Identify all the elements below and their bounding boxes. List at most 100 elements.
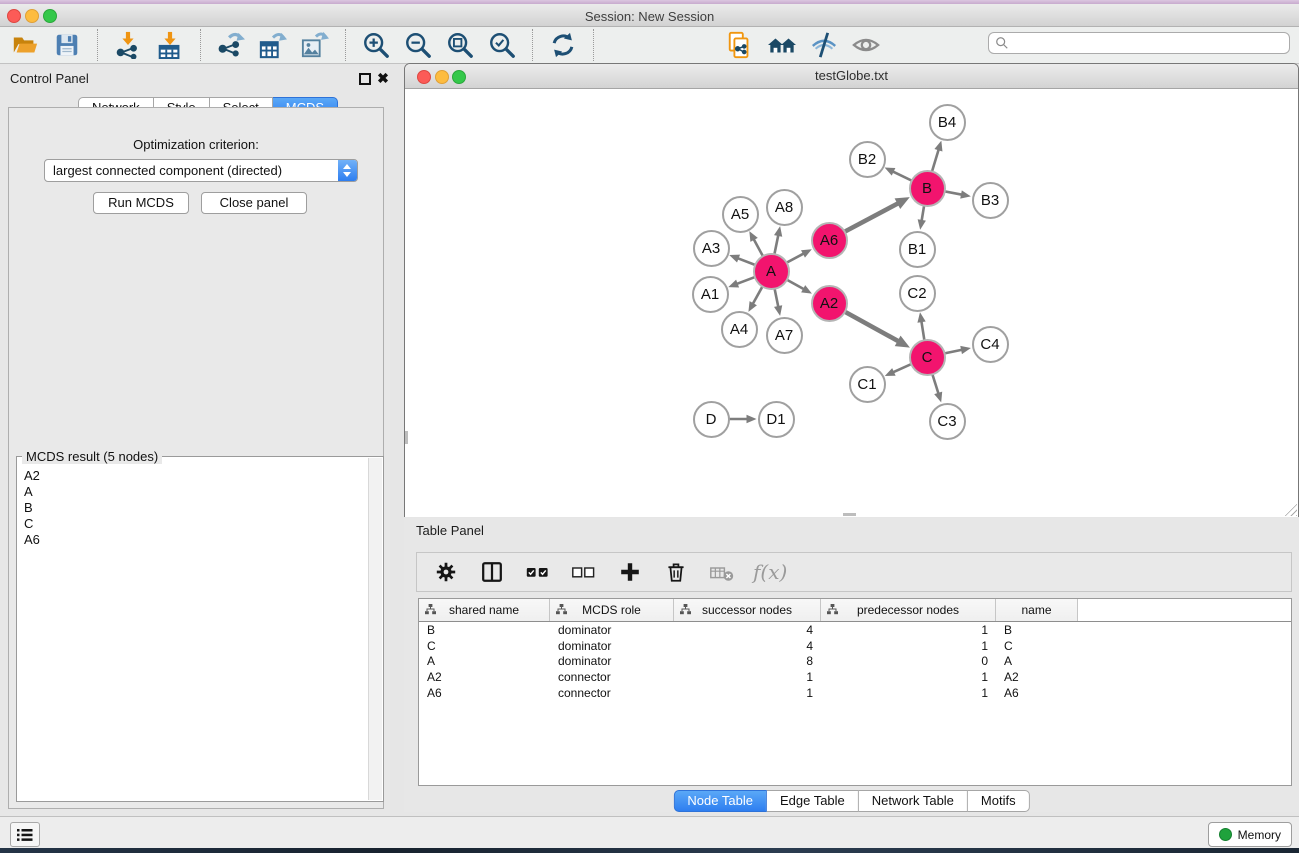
zoom-fit-icon[interactable] <box>445 30 475 60</box>
new-network-from-selection-icon[interactable] <box>725 30 755 60</box>
graph-node-C4[interactable]: C4 <box>972 326 1009 363</box>
mcds-result-item[interactable]: A2 <box>18 467 369 483</box>
export-image-icon[interactable] <box>300 30 330 60</box>
zoom-out-icon[interactable] <box>403 30 433 60</box>
edge-arrowhead-icon <box>918 219 926 230</box>
function-builder-icon[interactable]: f(x) <box>753 560 787 584</box>
graph-node-B1[interactable]: B1 <box>899 231 936 268</box>
graph-node-C3[interactable]: C3 <box>929 403 966 440</box>
table-cell: dominator <box>550 623 674 637</box>
graph-node-A[interactable]: A <box>753 253 790 290</box>
column-header-MCDS-role[interactable]: MCDS role <box>550 599 674 621</box>
graph-node-A5[interactable]: A5 <box>722 196 759 233</box>
table-options-icon[interactable] <box>431 557 461 587</box>
table-cell: 1 <box>821 670 996 684</box>
control-panel: Control Panel ✖ NetworkStyleSelectMCDS O… <box>0 66 390 816</box>
graph-node-A1[interactable]: A1 <box>692 276 729 313</box>
column-header-label: name <box>1021 603 1051 617</box>
toolbar-separator <box>593 29 594 61</box>
horizontal-splitter-handle[interactable] <box>843 513 856 516</box>
edge-arrowhead-icon <box>729 255 740 263</box>
graph-node-D1[interactable]: D1 <box>758 401 795 438</box>
open-file-icon[interactable] <box>10 30 40 60</box>
apply-layout-icon[interactable] <box>548 30 578 60</box>
zoom-selected-icon[interactable] <box>487 30 517 60</box>
column-header-label: predecessor nodes <box>857 603 959 617</box>
graph-node-A3[interactable]: A3 <box>693 230 730 267</box>
optimization-criterion-label: Optimization criterion: <box>9 137 383 152</box>
graph-node-C2[interactable]: C2 <box>899 275 936 312</box>
search-box[interactable] <box>988 32 1290 54</box>
graph-node-C1[interactable]: C1 <box>849 366 886 403</box>
table-row[interactable]: A2connector11A2 <box>419 669 1291 685</box>
add-column-icon[interactable] <box>615 557 645 587</box>
session-title: Session: New Session <box>0 8 1299 26</box>
table-cell: dominator <box>550 654 674 668</box>
graph-node-A8[interactable]: A8 <box>766 189 803 226</box>
column-header-successor-nodes[interactable]: successor nodes <box>674 599 821 621</box>
close-panel-button[interactable]: Close panel <box>201 192 307 214</box>
table-cell: connector <box>550 670 674 684</box>
graph-node-C[interactable]: C <box>909 339 946 376</box>
mcds-result-item[interactable]: A <box>18 483 369 499</box>
tab-motifs[interactable]: Motifs <box>968 790 1030 812</box>
column-visibility-icon[interactable] <box>477 557 507 587</box>
import-network-icon[interactable] <box>113 30 143 60</box>
graph-node-A4[interactable]: A4 <box>721 311 758 348</box>
table-row[interactable]: Bdominator41B <box>419 622 1291 638</box>
float-panel-icon[interactable] <box>359 73 371 85</box>
import-table-icon[interactable] <box>155 30 185 60</box>
column-type-icon <box>425 604 436 615</box>
table-cell: A <box>996 654 1078 668</box>
table-row[interactable]: A6connector11A6 <box>419 685 1291 701</box>
graph-node-B2[interactable]: B2 <box>849 141 886 178</box>
export-network-icon[interactable] <box>216 30 246 60</box>
result-list-scrollbar[interactable] <box>368 458 382 800</box>
table-cell: 1 <box>821 639 996 653</box>
table-row[interactable]: Cdominator41C <box>419 638 1291 654</box>
tab-node-table[interactable]: Node Table <box>673 790 767 812</box>
graph-node-A6[interactable]: A6 <box>811 222 848 259</box>
search-input[interactable] <box>1009 34 1289 52</box>
show-task-history-button[interactable] <box>10 822 40 847</box>
search-icon <box>995 36 1009 50</box>
toolbar-separator <box>345 29 346 61</box>
zoom-in-icon[interactable] <box>361 30 391 60</box>
table-cell: 8 <box>674 654 821 668</box>
graph-node-D[interactable]: D <box>693 401 730 438</box>
network-canvas[interactable]: A A1 A2 A3 A4 A5 A6 A7 A8 B B1 B2 B3 B4 C C1 C2 C3 C4 D D1 <box>405 89 1298 517</box>
application-window: Session: New Session <box>0 0 1299 853</box>
mcds-result-item[interactable]: C <box>18 515 369 531</box>
table-row[interactable]: Adominator80A <box>419 654 1291 670</box>
select-all-checkboxes-icon[interactable] <box>523 557 553 587</box>
graph-node-B4[interactable]: B4 <box>929 104 966 141</box>
graph-node-B3[interactable]: B3 <box>972 182 1009 219</box>
column-header-label: MCDS role <box>582 603 641 617</box>
mcds-result-item[interactable]: B <box>18 499 369 515</box>
graph-node-B[interactable]: B <box>909 170 946 207</box>
run-mcds-button[interactable]: Run MCDS <box>93 192 189 214</box>
delete-column-icon[interactable] <box>661 557 691 587</box>
graph-node-A7[interactable]: A7 <box>766 317 803 354</box>
graph-node-A2[interactable]: A2 <box>811 285 848 322</box>
delete-table-icon[interactable] <box>707 557 737 587</box>
export-table-icon[interactable] <box>258 30 288 60</box>
deselect-all-checkboxes-icon[interactable] <box>569 557 599 587</box>
column-header-name[interactable]: name <box>996 599 1078 621</box>
close-panel-icon[interactable]: ✖ <box>377 73 389 85</box>
memory-button[interactable]: Memory <box>1208 822 1292 847</box>
column-header-shared-name[interactable]: shared name <box>419 599 550 621</box>
tab-network-table[interactable]: Network Table <box>859 790 968 812</box>
first-neighbors-icon[interactable] <box>767 30 797 60</box>
criterion-dropdown[interactable]: largest connected component (directed) <box>44 159 358 182</box>
table-cell: A <box>419 654 550 668</box>
save-session-icon[interactable] <box>52 30 82 60</box>
vertical-splitter-handle[interactable] <box>405 431 408 444</box>
toolbar-separator <box>97 29 98 61</box>
column-header-predecessor-nodes[interactable]: predecessor nodes <box>821 599 996 621</box>
hide-selected-icon[interactable] <box>809 30 839 60</box>
table-panel: Table Panel ✖ f(x) <box>404 518 1299 812</box>
show-all-icon[interactable] <box>851 30 881 60</box>
mcds-result-item[interactable]: A6 <box>18 531 369 547</box>
tab-edge-table[interactable]: Edge Table <box>767 790 859 812</box>
